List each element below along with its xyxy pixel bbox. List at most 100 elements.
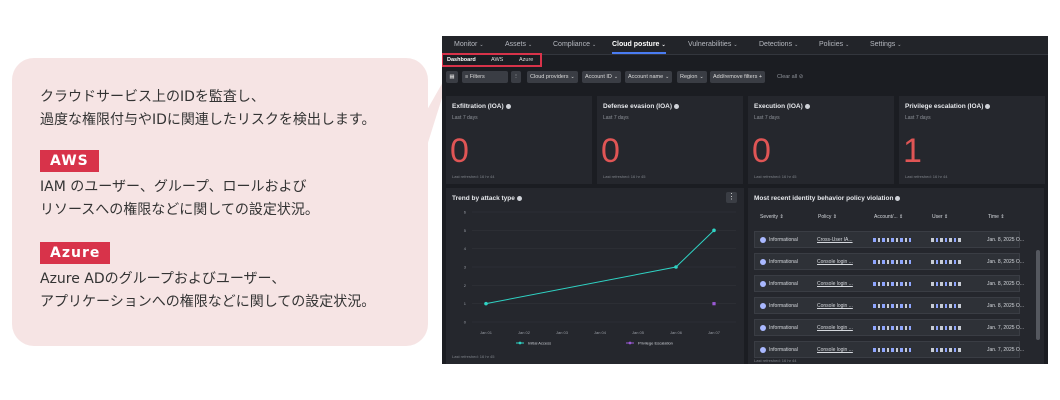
info-icon <box>895 195 901 201</box>
nav-settings[interactable]: Settings ⌄ <box>870 36 902 54</box>
kpi-card-privilege-escalation: Privilege escalation (IOA) Last 7 days 1… <box>899 96 1045 184</box>
col-severity[interactable]: Severity ⇕ <box>760 214 784 220</box>
table-row[interactable]: Informational Console login ... Jan. 8, … <box>754 253 1024 270</box>
row-severity: Informational <box>769 347 798 353</box>
add-remove-filters-button[interactable]: Add/remove filters + <box>710 71 766 83</box>
x-tick-label: Jan 03 <box>556 330 569 335</box>
row-policy-link[interactable]: Console login ... <box>817 281 853 287</box>
redacted-account <box>873 304 911 308</box>
redacted-account <box>873 326 911 330</box>
sort-icon: ⇕ <box>831 214 837 220</box>
data-point <box>674 265 678 269</box>
nav-policies[interactable]: Policies ⌄ <box>819 36 849 54</box>
chevron-down-icon: ⌄ <box>794 42 799 48</box>
azure-line-2: アプリケーションへの権限などに関しての設定状況。 <box>40 294 376 310</box>
more-icon[interactable]: ⋮ <box>511 71 521 83</box>
azure-badge: Azure <box>40 242 111 264</box>
trend-chart: 0 1 2 3 4 5 6 Jan 01 Jan 02 Jan 03 Jan 04 Jan 05 Jan… <box>464 210 736 346</box>
chevron-down-icon: ⌄ <box>661 42 666 48</box>
row-policy-link[interactable]: Console login ... <box>817 303 853 309</box>
nav-detections[interactable]: Detections ⌄ <box>759 36 798 54</box>
kpi-subtitle: Last 7 days <box>905 115 931 121</box>
severity-dot-icon <box>760 281 766 287</box>
x-tick-label: Jan 01 <box>480 330 493 335</box>
clear-icon: ⊘ <box>797 74 804 80</box>
filter-account-id[interactable]: Account ID ⌄ <box>582 71 622 83</box>
info-icon <box>505 103 511 109</box>
row-severity: Informational <box>769 259 798 265</box>
row-severity: Informational <box>769 237 798 243</box>
kpi-refreshed: Last refreshed: 16 hr 44 <box>452 174 495 179</box>
azure-line-1: Azure ADのグループおよびユーザー、 <box>40 271 286 287</box>
kpi-value: 0 <box>601 132 620 170</box>
info-icon <box>985 103 991 109</box>
col-account[interactable]: Account/... ⇕ <box>874 214 903 220</box>
info-icon <box>804 103 810 109</box>
nav-assets[interactable]: Assets ⌄ <box>505 36 532 54</box>
kpi-title: Defense evasion (IOA) <box>603 103 672 110</box>
redacted-user <box>931 282 961 286</box>
kpi-card-execution: Execution (IOA) Last 7 days 0 Last refre… <box>748 96 894 184</box>
filter-account-name[interactable]: Account name ⌄ <box>625 71 673 83</box>
nav-monitor[interactable]: Monitor ⌄ <box>454 36 484 54</box>
table-row[interactable]: Informational Console login ... Jan. 7, … <box>754 341 1024 358</box>
row-time: Jan. 7, 2025 O... <box>987 325 1024 331</box>
chevron-down-icon: ⌄ <box>733 42 738 48</box>
nav-cloud-posture[interactable]: Cloud posture ⌄ <box>612 36 666 54</box>
severity-dot-icon <box>760 259 766 265</box>
y-tick-label: 2 <box>464 283 467 288</box>
col-policy[interactable]: Policy ⇕ <box>818 214 837 220</box>
trend-panel: Trend by attack type ⋮ 0 1 2 3 4 5 6 Jan 01 Jan … <box>446 188 744 364</box>
table-row[interactable]: Informational Cross-User IA... Jan. 8, 2… <box>754 231 1024 248</box>
data-point <box>712 228 716 233</box>
row-time: Jan. 8, 2025 O... <box>987 259 1024 265</box>
filter-bar: ▦ ≡ Filters ⋮ Cloud providers ⌄ Account I… <box>442 68 1048 86</box>
chevron-down-icon: ⌄ <box>479 42 484 48</box>
row-policy-link[interactable]: Console login ... <box>817 259 853 265</box>
kpi-refreshed: Last refreshed: 16 hr 44 <box>905 174 948 179</box>
redacted-user <box>931 326 961 330</box>
nav-compliance[interactable]: Compliance ⌄ <box>553 36 596 54</box>
filter-cloud-providers[interactable]: Cloud providers ⌄ <box>527 71 578 83</box>
y-tick-label: 1 <box>464 301 467 306</box>
app-screenshot: Monitor ⌄ Assets ⌄ Compliance ⌄ Cloud postu… <box>442 36 1048 364</box>
legend-marker <box>518 341 522 345</box>
aws-line-1: IAM のユーザー、グループ、ロールおよび <box>40 179 307 195</box>
row-severity: Informational <box>769 303 798 309</box>
col-time[interactable]: Time ⇕ <box>988 214 1005 220</box>
table-row[interactable]: Informational Console login ... Jan. 8, … <box>754 297 1024 314</box>
clear-all-button[interactable]: Clear all ⊘ <box>774 71 806 83</box>
x-tick-label: Jan 02 <box>518 330 531 335</box>
table-scrollbar[interactable] <box>1036 250 1040 340</box>
filter-region[interactable]: Region ⌄ <box>677 71 707 83</box>
row-time: Jan. 8, 2025 O... <box>987 303 1024 309</box>
redacted-user <box>931 304 961 308</box>
filters-button[interactable]: ≡ Filters <box>462 71 508 83</box>
kpi-title: Exfiltration (IOA) <box>452 103 504 110</box>
y-tick-label: 3 <box>464 265 467 270</box>
x-tick-label: Jan 07 <box>708 330 721 335</box>
chevron-down-icon: ⌄ <box>528 42 533 48</box>
table-row[interactable]: Informational Console login ... Jan. 7, … <box>754 319 1024 336</box>
legend-label: Initial Access <box>528 341 551 346</box>
kpi-refreshed: Last refreshed: 16 hr 45 <box>754 174 797 179</box>
grid-icon[interactable]: ▦ <box>446 71 458 83</box>
sort-icon: ⇕ <box>942 214 949 220</box>
kpi-subtitle: Last 7 days <box>603 115 629 121</box>
col-user[interactable]: User ⇕ <box>932 214 948 220</box>
violations-title: Most recent identity behavior policy vio… <box>754 195 894 202</box>
row-policy-link[interactable]: Console login ... <box>817 347 853 353</box>
nav-vulnerabilities[interactable]: Vulnerabilities ⌄ <box>688 36 738 54</box>
data-point <box>712 302 716 306</box>
x-tick-label: Jan 05 <box>632 330 645 335</box>
y-tick-label: 4 <box>464 246 467 251</box>
row-policy-link[interactable]: Cross-User IA... <box>817 237 853 243</box>
violations-panel: Most recent identity behavior policy vio… <box>748 188 1044 364</box>
table-row[interactable]: Informational Console login ... Jan. 8, … <box>754 275 1024 292</box>
redacted-account <box>873 348 911 352</box>
sort-icon: ⇕ <box>998 214 1005 220</box>
row-policy-link[interactable]: Console login ... <box>817 325 853 331</box>
kpi-subtitle: Last 7 days <box>452 115 478 121</box>
legend-label: Privilege Escalation <box>638 341 673 346</box>
y-tick-label: 6 <box>464 210 467 215</box>
